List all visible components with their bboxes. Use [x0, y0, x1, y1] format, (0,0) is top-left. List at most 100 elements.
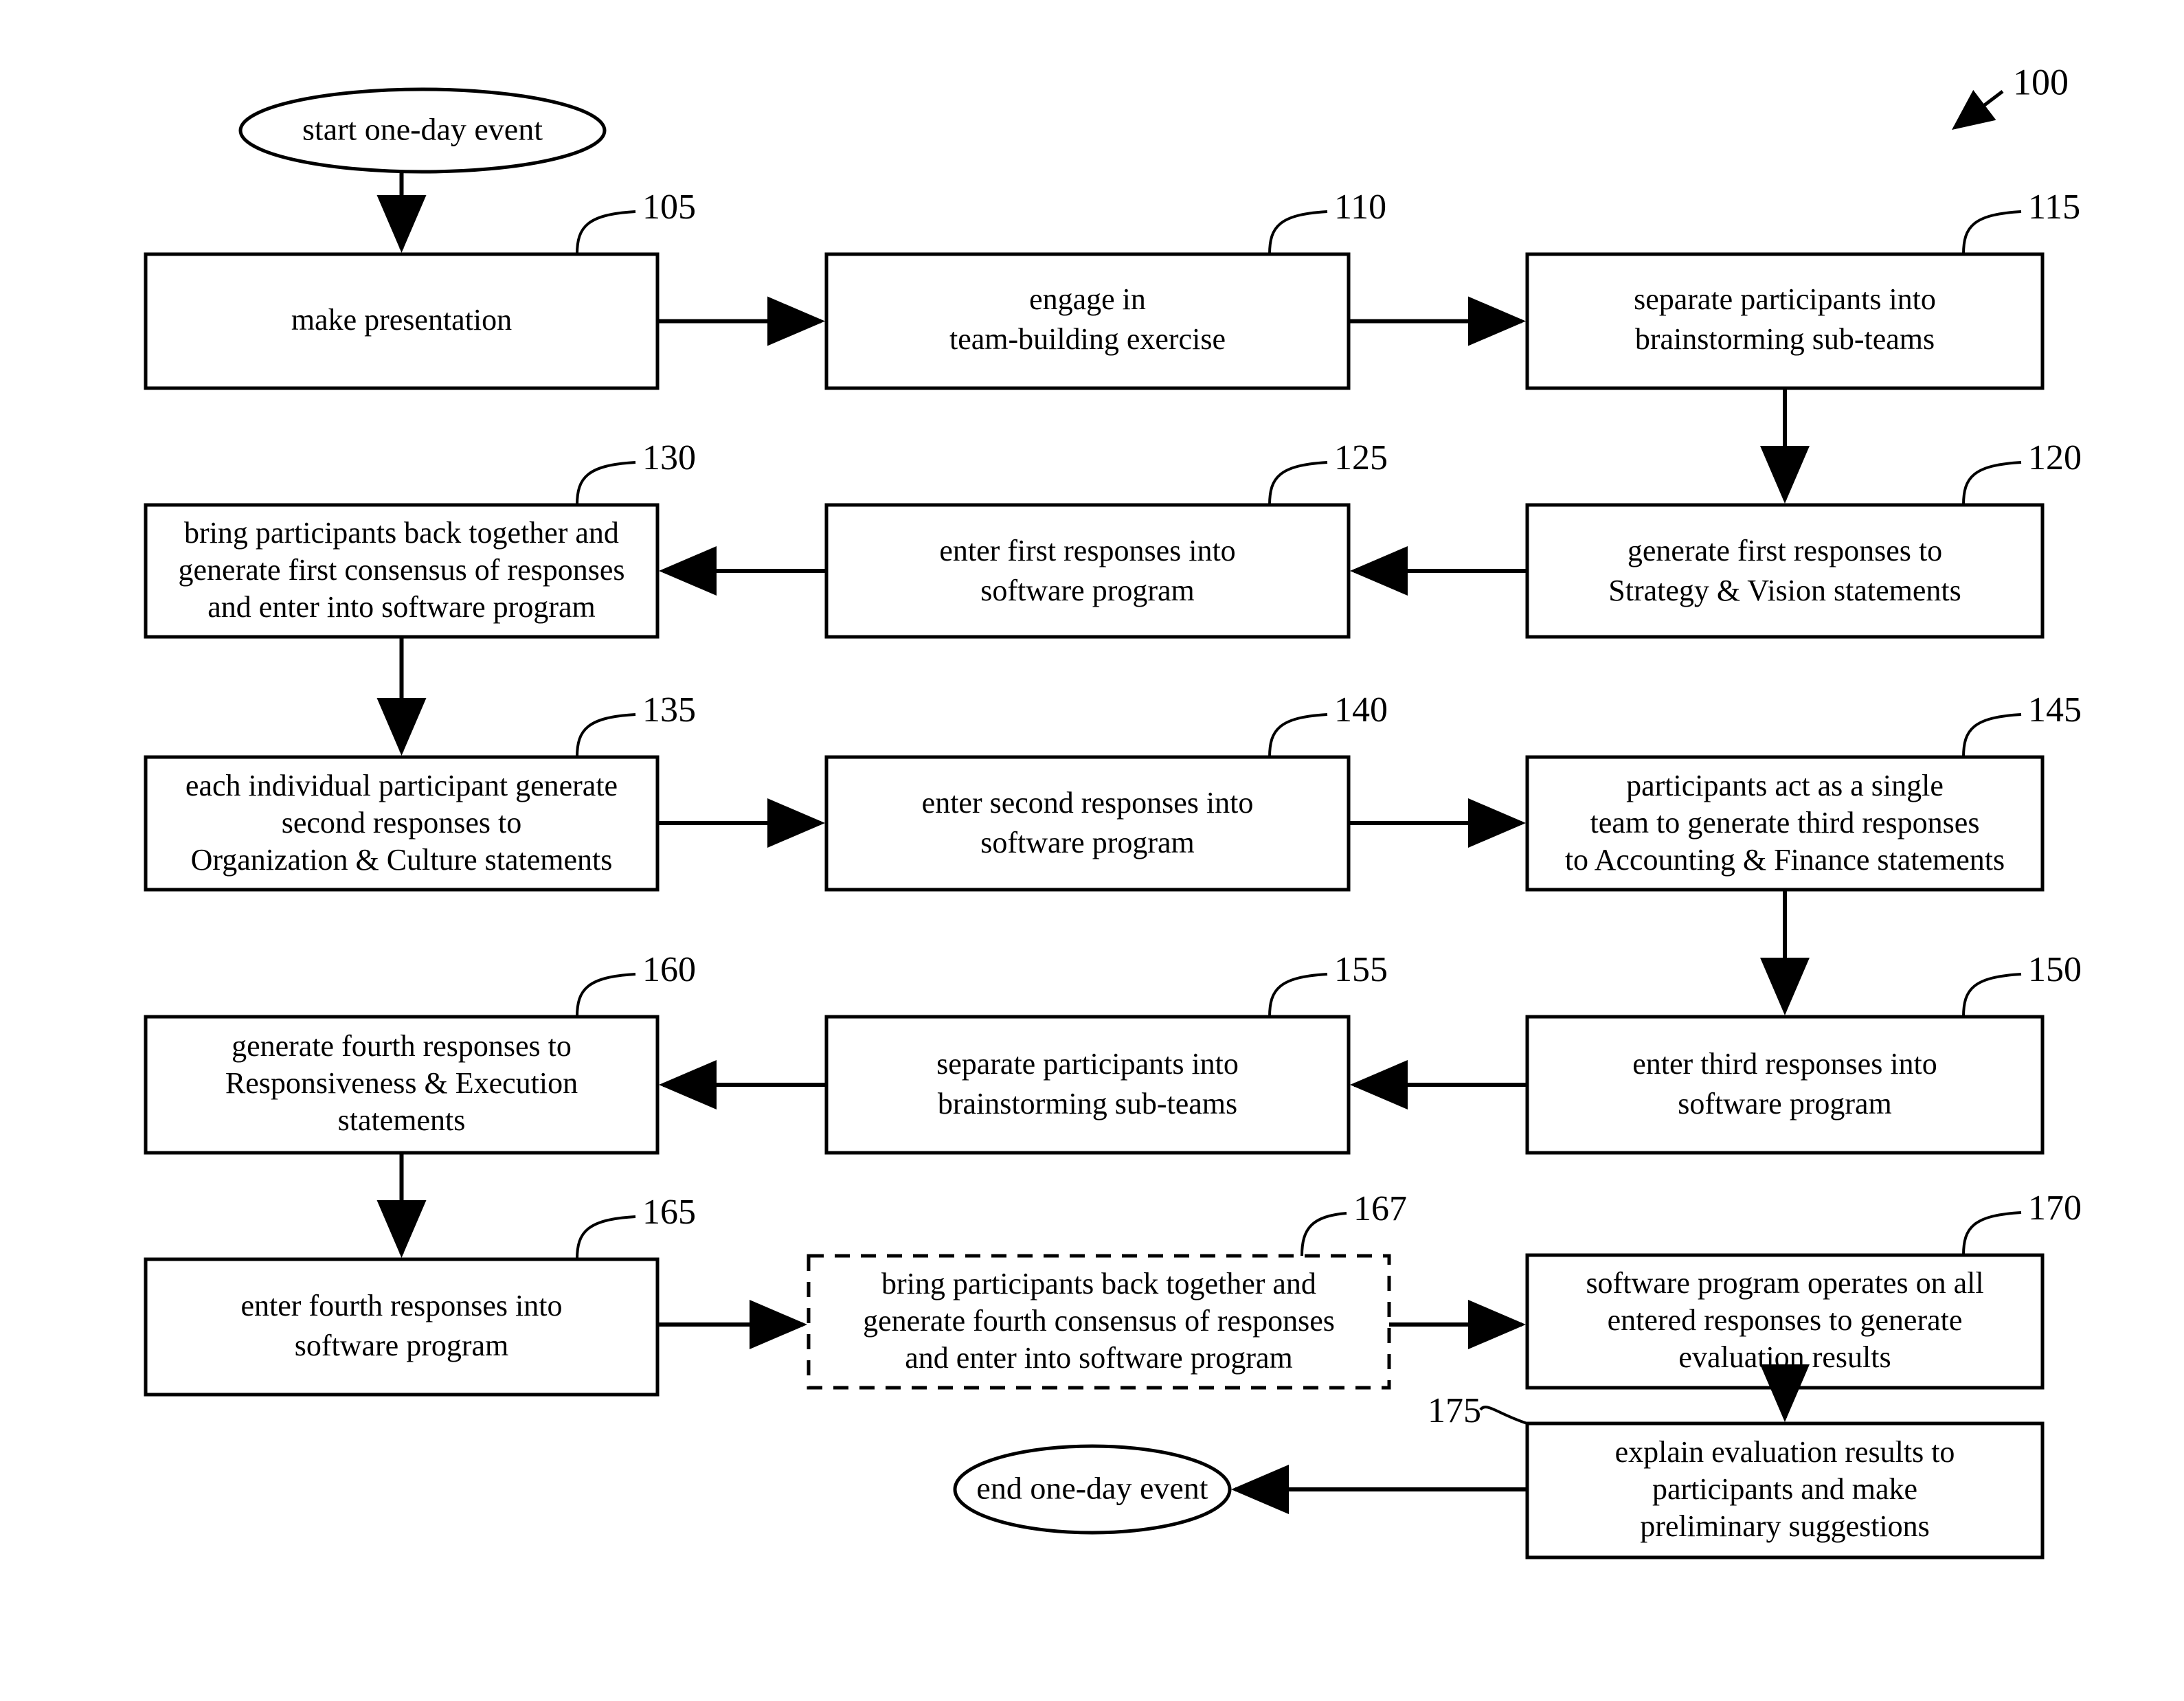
- node-150: enter third responses into software prog…: [1525, 950, 2082, 1155]
- node-115-line-0: separate participants into: [1634, 282, 1936, 316]
- node-140: enter second responses into software pro…: [824, 690, 1388, 892]
- node-105: make presentation 105: [144, 188, 696, 390]
- node-105-ref: 105: [642, 188, 696, 227]
- node-167-line-2: and enter into software program: [905, 1341, 1292, 1375]
- node-120: generate first responses to Strategy & V…: [1525, 438, 2082, 639]
- end-terminal: end one-day event: [953, 1444, 1232, 1535]
- node-175: explain evaluation results to participan…: [1428, 1391, 2045, 1559]
- node-110-ref: 110: [1334, 188, 1386, 227]
- node-125-line-1: software program: [980, 574, 1195, 607]
- figure-leader-arrow: [1952, 89, 2004, 131]
- node-170-line-1: entered responses to generate: [1608, 1303, 1963, 1337]
- flowchart-svg: 100 start one-day event make presentatio…: [144, 61, 2082, 1559]
- node-105-line-0: make presentation: [291, 303, 512, 337]
- node-150-line-1: software program: [1678, 1087, 1892, 1120]
- node-115-ref: 115: [2028, 188, 2080, 227]
- node-125-line-0: enter first responses into: [939, 534, 1235, 567]
- node-130-leader: [576, 461, 636, 506]
- node-125: enter first responses into software prog…: [824, 438, 1388, 639]
- node-105-leader: [576, 210, 636, 255]
- node-170-line-2: evaluation results: [1678, 1340, 1891, 1374]
- node-120-leader: [1962, 461, 2022, 506]
- node-120-ref: 120: [2028, 438, 2082, 477]
- node-167-leader: [1301, 1212, 1347, 1257]
- node-155-line-1: brainstorming sub-teams: [938, 1087, 1237, 1120]
- node-135-leader: [576, 713, 636, 758]
- node-167-line-0: bring participants back together and: [881, 1267, 1316, 1300]
- node-167-line-1: generate fourth consensus of responses: [863, 1304, 1335, 1338]
- node-125-ref: 125: [1334, 438, 1388, 477]
- node-130: bring participants back together and gen…: [144, 438, 696, 639]
- node-150-ref: 150: [2028, 950, 2082, 989]
- node-170-ref: 170: [2028, 1189, 2082, 1228]
- node-145-line-2: to Accounting & Finance statements: [1565, 843, 2005, 877]
- start-terminal-label: start one-day event: [302, 112, 543, 147]
- node-145-leader: [1962, 713, 2022, 758]
- node-167-ref: 167: [1353, 1189, 1407, 1228]
- node-155-leader: [1268, 973, 1328, 1017]
- node-150-box: [1525, 1015, 2045, 1155]
- node-145-ref: 145: [2028, 690, 2082, 730]
- node-175-line-1: participants and make: [1652, 1472, 1917, 1506]
- node-140-line-1: software program: [980, 826, 1195, 859]
- node-145: participants act as a single team to gen…: [1525, 690, 2082, 892]
- node-115: separate participants into brainstorming…: [1525, 188, 2080, 390]
- node-175-leader: [1479, 1406, 1528, 1425]
- node-160-line-1: Responsiveness & Execution: [225, 1066, 578, 1100]
- node-140-ref: 140: [1334, 690, 1388, 730]
- patent-flowchart-page: 100 start one-day event make presentatio…: [0, 0, 2184, 1701]
- node-140-box: [824, 755, 1351, 892]
- node-175-line-2: preliminary suggestions: [1640, 1509, 1930, 1543]
- start-terminal: start one-day event: [238, 87, 607, 174]
- node-160-leader: [576, 973, 636, 1017]
- node-115-line-1: brainstorming sub-teams: [1635, 322, 1935, 356]
- node-155-line-0: separate participants into: [936, 1047, 1239, 1081]
- node-175-ref: 175: [1428, 1391, 1481, 1430]
- node-155-box: [824, 1015, 1351, 1155]
- node-160: generate fourth responses to Responsiven…: [144, 950, 696, 1155]
- node-165-line-0: enter fourth responses into: [241, 1289, 563, 1322]
- figure-label-group: 100: [1952, 61, 2069, 131]
- node-150-line-0: enter third responses into: [1632, 1047, 1937, 1081]
- node-140-leader: [1268, 713, 1328, 758]
- node-145-line-0: participants act as a single: [1626, 769, 1944, 802]
- node-110-line-1: team-building exercise: [949, 322, 1226, 356]
- node-115-box: [1525, 252, 2045, 390]
- node-130-line-2: and enter into software program: [207, 590, 595, 624]
- node-130-line-0: bring participants back together and: [184, 516, 619, 550]
- node-135-ref: 135: [642, 690, 696, 730]
- node-120-box: [1525, 503, 2045, 639]
- node-165-ref: 165: [642, 1193, 696, 1232]
- node-160-line-0: generate fourth responses to: [232, 1029, 572, 1063]
- node-110-line-0: engage in: [1029, 282, 1146, 316]
- node-130-line-1: generate first consensus of responses: [178, 553, 624, 587]
- node-125-leader: [1268, 461, 1328, 506]
- node-110: engage in team-building exercise 110: [824, 188, 1386, 390]
- node-165: enter fourth responses into software pro…: [144, 1193, 696, 1397]
- node-135-line-1: second responses to: [282, 806, 522, 840]
- node-155: separate participants into brainstorming…: [824, 950, 1388, 1155]
- node-165-box: [144, 1257, 660, 1397]
- node-170-line-0: software program operates on all: [1586, 1266, 1983, 1300]
- node-165-leader: [576, 1215, 636, 1260]
- node-125-box: [824, 503, 1351, 639]
- node-170: software program operates on all entered…: [1525, 1189, 2082, 1390]
- node-130-ref: 130: [642, 438, 696, 477]
- node-145-line-1: team to generate third responses: [1590, 806, 1980, 840]
- node-135-line-2: Organization & Culture statements: [191, 843, 613, 877]
- node-170-leader: [1962, 1211, 2022, 1256]
- node-120-line-1: Strategy & Vision statements: [1608, 574, 1961, 607]
- node-150-leader: [1962, 973, 2022, 1017]
- node-175-line-0: explain evaluation results to: [1615, 1435, 1955, 1469]
- node-155-ref: 155: [1334, 950, 1388, 989]
- figure-number: 100: [2013, 61, 2069, 102]
- node-120-line-0: generate first responses to: [1628, 534, 1942, 567]
- node-167: bring participants back together and gen…: [807, 1189, 1407, 1390]
- node-160-line-2: statements: [338, 1103, 466, 1137]
- node-135-line-0: each individual participant generate: [185, 769, 618, 802]
- node-135: each individual participant generate sec…: [144, 690, 696, 892]
- node-165-line-1: software program: [295, 1329, 509, 1362]
- node-160-ref: 160: [642, 950, 696, 989]
- node-110-box: [824, 252, 1351, 390]
- node-115-leader: [1962, 210, 2022, 255]
